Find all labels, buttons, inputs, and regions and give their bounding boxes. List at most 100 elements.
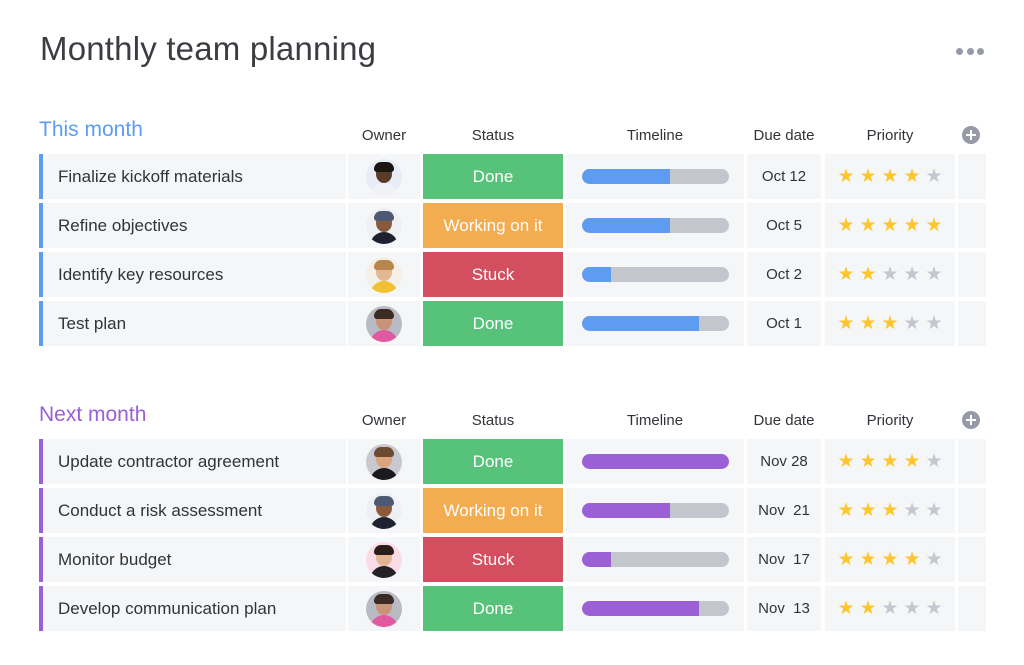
star-filled-icon[interactable]: ★ xyxy=(881,550,900,569)
timeline-track[interactable] xyxy=(581,454,729,469)
status-badge[interactable]: Done xyxy=(423,586,563,631)
star-filled-icon[interactable]: ★ xyxy=(859,265,878,284)
timeline-cell[interactable] xyxy=(566,154,744,199)
star-empty-icon[interactable]: ★ xyxy=(881,599,900,618)
column-header-owner[interactable]: Owner xyxy=(348,127,420,144)
owner-cell[interactable] xyxy=(348,488,420,533)
due-date-cell[interactable]: Nov 17 xyxy=(747,537,821,582)
empty-cell[interactable] xyxy=(958,537,986,582)
table-row[interactable]: Update contractor agreement Done Nov 28 ★ ★ ★… xyxy=(39,439,989,484)
priority-rating[interactable]: ★ ★ ★ ★ ★ xyxy=(825,439,955,484)
item-name-cell[interactable]: Monitor budget xyxy=(39,537,346,582)
item-name[interactable]: Develop communication plan xyxy=(58,599,276,619)
status-badge[interactable]: Done xyxy=(423,154,563,199)
column-header-timeline[interactable]: Timeline xyxy=(566,127,744,144)
item-name-cell[interactable]: Develop communication plan xyxy=(39,586,346,631)
priority-rating[interactable]: ★ ★ ★ ★ ★ xyxy=(825,203,955,248)
table-row[interactable]: Identify key resources Stuck Oct 2 ★ ★ ★ ★ ★ xyxy=(39,252,989,297)
table-row[interactable]: Develop communication plan Done Nov 13 ★ ★ ★ ★… xyxy=(39,586,989,631)
avatar[interactable] xyxy=(366,541,402,578)
column-header-timeline[interactable]: Timeline xyxy=(566,412,744,429)
star-empty-icon[interactable]: ★ xyxy=(925,599,944,618)
star-filled-icon[interactable]: ★ xyxy=(837,216,856,235)
empty-cell[interactable] xyxy=(958,301,986,346)
star-filled-icon[interactable]: ★ xyxy=(903,167,922,186)
owner-cell[interactable] xyxy=(348,252,420,297)
table-row[interactable]: Finalize kickoff materials Done Oct 12 ★ ★ ★ ★… xyxy=(39,154,989,199)
table-row[interactable]: Monitor budget Stuck Nov 17 ★ ★ ★ ★ ★ xyxy=(39,537,989,582)
star-filled-icon[interactable]: ★ xyxy=(837,314,856,333)
empty-cell[interactable] xyxy=(958,252,986,297)
star-empty-icon[interactable]: ★ xyxy=(881,265,900,284)
star-filled-icon[interactable]: ★ xyxy=(859,167,878,186)
star-filled-icon[interactable]: ★ xyxy=(837,265,856,284)
timeline-track[interactable] xyxy=(581,169,729,184)
avatar[interactable] xyxy=(366,492,402,529)
status-badge[interactable]: Stuck xyxy=(423,537,563,582)
timeline-cell[interactable] xyxy=(566,586,744,631)
item-name-cell[interactable]: Update contractor agreement xyxy=(39,439,346,484)
item-name[interactable]: Refine objectives xyxy=(58,216,187,236)
timeline-track[interactable] xyxy=(581,316,729,331)
timeline-cell[interactable] xyxy=(566,439,744,484)
timeline-cell[interactable] xyxy=(566,203,744,248)
star-filled-icon[interactable]: ★ xyxy=(859,501,878,520)
timeline-track[interactable] xyxy=(581,503,729,518)
item-name[interactable]: Identify key resources xyxy=(58,265,223,285)
table-row[interactable]: Conduct a risk assessment Working on it No… xyxy=(39,488,989,533)
star-filled-icon[interactable]: ★ xyxy=(837,501,856,520)
column-header-due-date[interactable]: Due date xyxy=(747,127,821,144)
timeline-track[interactable] xyxy=(581,267,729,282)
item-name-cell[interactable]: Finalize kickoff materials xyxy=(39,154,346,199)
item-name[interactable]: Finalize kickoff materials xyxy=(58,167,243,187)
column-header-status[interactable]: Status xyxy=(423,412,563,429)
star-empty-icon[interactable]: ★ xyxy=(925,314,944,333)
star-filled-icon[interactable]: ★ xyxy=(859,599,878,618)
star-empty-icon[interactable]: ★ xyxy=(903,501,922,520)
empty-cell[interactable] xyxy=(958,439,986,484)
star-filled-icon[interactable]: ★ xyxy=(837,452,856,471)
table-row[interactable]: Refine objectives Working on it Oct 5 ★ ★ ★ ★ ★ xyxy=(39,203,989,248)
priority-rating[interactable]: ★ ★ ★ ★ ★ xyxy=(825,252,955,297)
star-filled-icon[interactable]: ★ xyxy=(881,314,900,333)
owner-cell[interactable] xyxy=(348,203,420,248)
owner-cell[interactable] xyxy=(348,439,420,484)
timeline-track[interactable] xyxy=(581,601,729,616)
status-badge[interactable]: Stuck xyxy=(423,252,563,297)
status-badge[interactable]: Done xyxy=(423,301,563,346)
star-filled-icon[interactable]: ★ xyxy=(837,167,856,186)
column-header-priority[interactable]: Priority xyxy=(825,127,955,144)
avatar[interactable] xyxy=(366,207,402,244)
star-empty-icon[interactable]: ★ xyxy=(925,265,944,284)
item-name[interactable]: Update contractor agreement xyxy=(58,452,279,472)
star-filled-icon[interactable]: ★ xyxy=(859,452,878,471)
priority-rating[interactable]: ★ ★ ★ ★ ★ xyxy=(825,488,955,533)
due-date-cell[interactable]: Nov 13 xyxy=(747,586,821,631)
star-filled-icon[interactable]: ★ xyxy=(881,501,900,520)
empty-cell[interactable] xyxy=(958,154,986,199)
due-date-cell[interactable]: Oct 5 xyxy=(747,203,821,248)
item-name-cell[interactable]: Test plan xyxy=(39,301,346,346)
timeline-cell[interactable] xyxy=(566,488,744,533)
due-date-cell[interactable]: Oct 2 xyxy=(747,252,821,297)
timeline-cell[interactable] xyxy=(566,301,744,346)
star-filled-icon[interactable]: ★ xyxy=(925,216,944,235)
owner-cell[interactable] xyxy=(348,586,420,631)
star-empty-icon[interactable]: ★ xyxy=(925,550,944,569)
avatar[interactable] xyxy=(366,305,402,342)
owner-cell[interactable] xyxy=(348,154,420,199)
column-header-due-date[interactable]: Due date xyxy=(747,412,821,429)
group-title[interactable]: Next month xyxy=(39,403,146,427)
avatar[interactable] xyxy=(366,590,402,627)
due-date-cell[interactable]: Nov 21 xyxy=(747,488,821,533)
star-filled-icon[interactable]: ★ xyxy=(837,550,856,569)
priority-rating[interactable]: ★ ★ ★ ★ ★ xyxy=(825,586,955,631)
owner-cell[interactable] xyxy=(348,301,420,346)
item-name[interactable]: Test plan xyxy=(58,314,126,334)
plus-circle-icon[interactable] xyxy=(962,411,980,429)
priority-rating[interactable]: ★ ★ ★ ★ ★ xyxy=(825,154,955,199)
status-badge[interactable]: Done xyxy=(423,439,563,484)
avatar[interactable] xyxy=(366,443,402,480)
due-date-cell[interactable]: Oct 12 xyxy=(747,154,821,199)
item-name-cell[interactable]: Identify key resources xyxy=(39,252,346,297)
